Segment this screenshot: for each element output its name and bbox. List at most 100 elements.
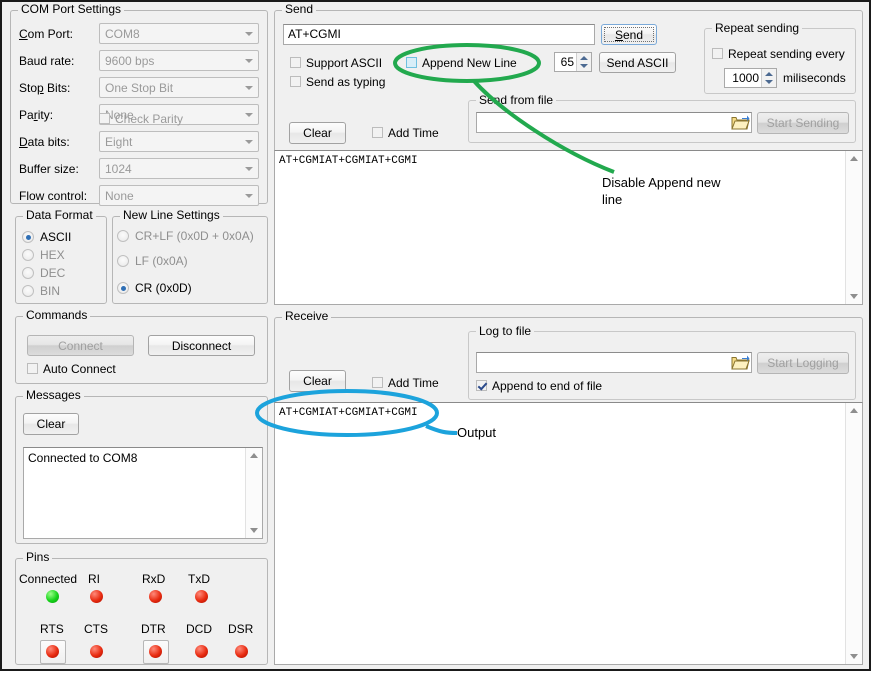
stop-bits-label: Stop Bits: (19, 81, 70, 95)
send-input[interactable]: AT+CGMI (283, 24, 595, 45)
radio-hex-label: HEX (40, 248, 65, 262)
start-logging-button[interactable]: Start Logging (757, 352, 849, 374)
receive-add-time-box (372, 377, 383, 388)
append-end-of-file-label: Append to end of file (492, 379, 602, 393)
connect-button-label: Connect (28, 336, 133, 356)
support-ascii-box (290, 57, 301, 68)
send-from-file-path-input[interactable] (476, 112, 752, 133)
open-folder-icon-log[interactable] (731, 354, 750, 371)
append-new-line-box (406, 57, 417, 68)
send-as-typing-label: Send as typing (306, 75, 385, 89)
send-ascii-label: Send ASCII (600, 53, 675, 73)
radio-data-format-dec[interactable]: DEC (22, 266, 65, 280)
append-new-line-checkbox[interactable]: Append New Line (406, 56, 517, 70)
append-new-line-label: Append New Line (422, 56, 517, 70)
connect-button[interactable]: Connect (27, 335, 134, 356)
radio-newline-crlf[interactable]: CR+LF (0x0D + 0x0A) (117, 229, 254, 243)
radio-hex-dot (22, 249, 34, 261)
stop-bits-select[interactable]: One Stop Bit (99, 77, 259, 98)
pin-led-txd (195, 590, 208, 603)
pin-led-rts (46, 645, 59, 658)
receive-output[interactable]: AT+CGMIAT+CGMIAT+CGMI (274, 402, 863, 665)
send-title: Send (282, 3, 316, 15)
pin-led-dcd (195, 645, 208, 658)
serial-terminal-window: COM Port Settings Com Port: COM8 Baud ra… (0, 0, 871, 671)
send-log[interactable]: AT+CGMIAT+CGMIAT+CGMI (274, 150, 863, 305)
data-bits-select[interactable]: Eight (99, 131, 259, 152)
ascii-code-stepper[interactable]: 65 (554, 52, 592, 72)
radio-ascii-label: ASCII (40, 230, 71, 244)
append-end-of-file-checkbox[interactable]: Append to end of file (476, 379, 602, 393)
messages-clear-button[interactable]: Clear (23, 413, 79, 435)
disconnect-button-label: Disconnect (149, 336, 254, 356)
repeat-sending-label: Repeat sending every (728, 47, 845, 61)
parity-label: Parity: (19, 108, 53, 122)
output-annotation-text: Output (457, 424, 496, 441)
start-logging-label: Start Logging (758, 353, 848, 374)
send-button[interactable]: Send (601, 24, 657, 45)
flow-control-label: Flow control: (19, 189, 87, 203)
pins-title: Pins (23, 551, 52, 563)
repeat-interval-spin-buttons[interactable] (761, 69, 776, 87)
send-button-label: Send (602, 25, 656, 45)
buffer-size-select[interactable]: 1024 (99, 158, 259, 179)
check-parity-box (99, 113, 110, 124)
new-line-settings-title: New Line Settings (120, 209, 223, 221)
check-parity-checkbox[interactable]: Check Parity (99, 112, 183, 126)
receive-clear-button[interactable]: Clear (289, 370, 346, 392)
start-sending-label: Start Sending (758, 113, 848, 134)
messages-log-text: Connected to COM8 (28, 451, 242, 465)
radio-lf-label: LF (0x0A) (135, 254, 188, 268)
messages-log[interactable]: Connected to COM8 (23, 447, 263, 539)
pin-label-dsr: DSR (228, 622, 253, 636)
send-as-typing-checkbox[interactable]: Send as typing (290, 75, 385, 89)
radio-newline-cr[interactable]: CR (0x0D) (117, 281, 192, 295)
pin-led-rxd (149, 590, 162, 603)
send-log-scrollbar[interactable] (845, 151, 862, 304)
radio-data-format-bin[interactable]: BIN (22, 284, 60, 298)
receive-scrollbar[interactable] (845, 403, 862, 664)
send-from-file-title: Send from file (476, 93, 556, 107)
open-folder-icon[interactable] (731, 114, 750, 131)
buffer-size-label: Buffer size: (19, 162, 79, 176)
auto-connect-label: Auto Connect (43, 362, 116, 376)
radio-data-format-ascii[interactable]: ASCII (22, 230, 71, 244)
radio-lf-dot (117, 255, 129, 267)
append-end-of-file-box (476, 380, 487, 391)
repeat-sending-checkbox[interactable]: Repeat sending every (712, 47, 845, 61)
com-port-select[interactable]: COM8 (99, 23, 259, 44)
ascii-code-value: 65 (555, 53, 576, 71)
pin-label-rxd: RxD (142, 572, 165, 586)
repeat-interval-value: 1000 (725, 69, 761, 87)
ascii-code-spin-buttons[interactable] (576, 53, 591, 71)
baud-rate-select[interactable]: 9600 bps (99, 50, 259, 71)
send-ascii-button[interactable]: Send ASCII (599, 52, 676, 73)
disable-append-annotation-text: Disable Append new line (602, 174, 762, 208)
auto-connect-box (27, 363, 38, 374)
radio-crlf-label: CR+LF (0x0D + 0x0A) (135, 229, 254, 243)
start-sending-button[interactable]: Start Sending (757, 112, 849, 134)
pin-label-connected: Connected (19, 572, 77, 586)
disconnect-button[interactable]: Disconnect (148, 335, 255, 356)
receive-add-time-label: Add Time (388, 376, 439, 390)
send-add-time-checkbox[interactable]: Add Time (372, 126, 439, 140)
send-clear-label: Clear (290, 123, 345, 144)
repeat-interval-stepper[interactable]: 1000 (724, 68, 777, 88)
send-clear-button[interactable]: Clear (289, 122, 346, 144)
radio-data-format-hex[interactable]: HEX (22, 248, 65, 262)
radio-bin-dot (22, 285, 34, 297)
radio-dec-label: DEC (40, 266, 65, 280)
messages-scrollbar[interactable] (245, 448, 262, 538)
flow-control-select[interactable]: None (99, 185, 259, 206)
send-add-time-box (372, 127, 383, 138)
auto-connect-checkbox[interactable]: Auto Connect (27, 362, 116, 376)
radio-dec-dot (22, 267, 34, 279)
pin-label-ri: RI (88, 572, 100, 586)
commands-title: Commands (23, 309, 90, 321)
receive-add-time-checkbox[interactable]: Add Time (372, 376, 439, 390)
log-to-file-path-input[interactable] (476, 352, 752, 373)
pin-label-dtr: DTR (141, 622, 166, 636)
radio-newline-lf[interactable]: LF (0x0A) (117, 254, 188, 268)
data-format-title: Data Format (23, 209, 96, 221)
support-ascii-checkbox[interactable]: Support ASCII (290, 56, 382, 70)
